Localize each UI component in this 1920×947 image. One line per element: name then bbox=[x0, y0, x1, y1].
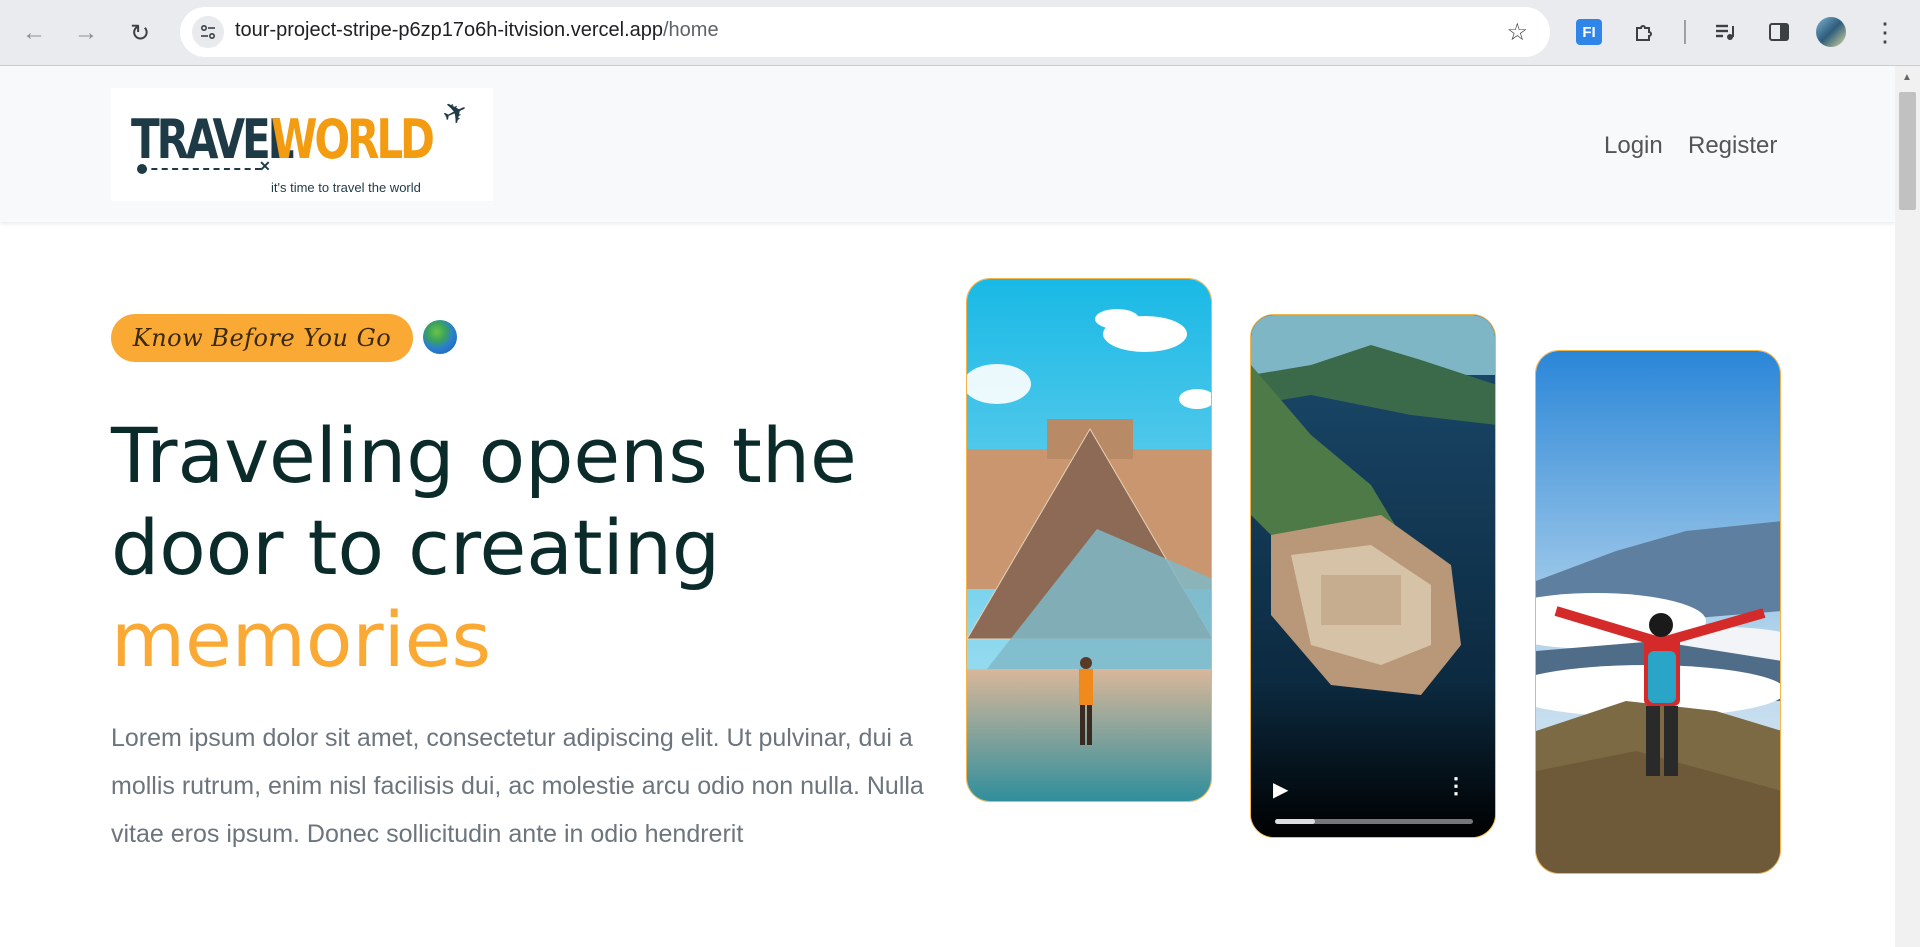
url-path: /home bbox=[663, 19, 719, 41]
hero-title-highlight: memories bbox=[111, 595, 492, 684]
profile-avatar[interactable] bbox=[1816, 17, 1846, 47]
globe-icon bbox=[423, 320, 457, 354]
hero-title-line2: door to creating bbox=[111, 503, 721, 592]
hero-title-line1: Traveling opens the bbox=[111, 411, 857, 500]
toolbar-divider bbox=[1684, 20, 1686, 44]
media-control-icon[interactable] bbox=[1708, 15, 1742, 49]
puzzle-icon[interactable] bbox=[1628, 15, 1662, 49]
side-panel-icon[interactable] bbox=[1762, 15, 1796, 49]
video-more-icon[interactable]: ⋮ bbox=[1445, 773, 1467, 799]
know-before-you-go-badge: Know Before You Go bbox=[111, 314, 413, 362]
url-text[interactable]: tour-project-stripe-p6zp17o6h-itvision.v… bbox=[235, 19, 719, 42]
hero-description: Lorem ipsum dolor sit amet, consectetur … bbox=[111, 724, 924, 848]
reload-icon[interactable]: ↻ bbox=[120, 13, 160, 53]
page-viewport: TRAVEL WORLD ✈ ✕ it's time to travel the… bbox=[0, 66, 1895, 947]
browser-toolbar: ← → ↻ tour-project-stripe-p6zp17o6h-itvi… bbox=[0, 0, 1920, 66]
scroll-up-icon[interactable]: ▲ bbox=[1902, 72, 1912, 83]
forward-icon[interactable]: → bbox=[66, 13, 106, 53]
star-icon[interactable]: ☆ bbox=[1506, 18, 1528, 47]
video-progress-fill bbox=[1275, 819, 1315, 824]
page-scrollbar[interactable]: ▲ bbox=[1895, 66, 1920, 947]
address-bar[interactable]: tour-project-stripe-p6zp17o6h-itvision.v… bbox=[180, 7, 1550, 57]
hero-title: Traveling opens the door to creating mem… bbox=[111, 410, 911, 686]
gallery-video-fortress[interactable]: ▶ ⋮ bbox=[1250, 314, 1496, 838]
url-host: tour-project-stripe-p6zp17o6h-itvision.v… bbox=[235, 19, 663, 41]
video-progress-bar[interactable] bbox=[1275, 819, 1473, 824]
kebab-menu-icon[interactable]: ⋮ bbox=[1868, 15, 1902, 49]
site-info-icon[interactable] bbox=[192, 16, 224, 48]
extension-fi-icon[interactable]: FI bbox=[1572, 15, 1606, 49]
gallery-image-louvre bbox=[966, 278, 1212, 802]
gallery-image-hiker bbox=[1535, 350, 1781, 874]
play-icon[interactable]: ▶ bbox=[1273, 777, 1288, 802]
scrollbar-thumb[interactable] bbox=[1899, 92, 1916, 210]
video-controls: ▶ ⋮ bbox=[1251, 747, 1495, 837]
back-icon[interactable]: ← bbox=[14, 13, 54, 53]
